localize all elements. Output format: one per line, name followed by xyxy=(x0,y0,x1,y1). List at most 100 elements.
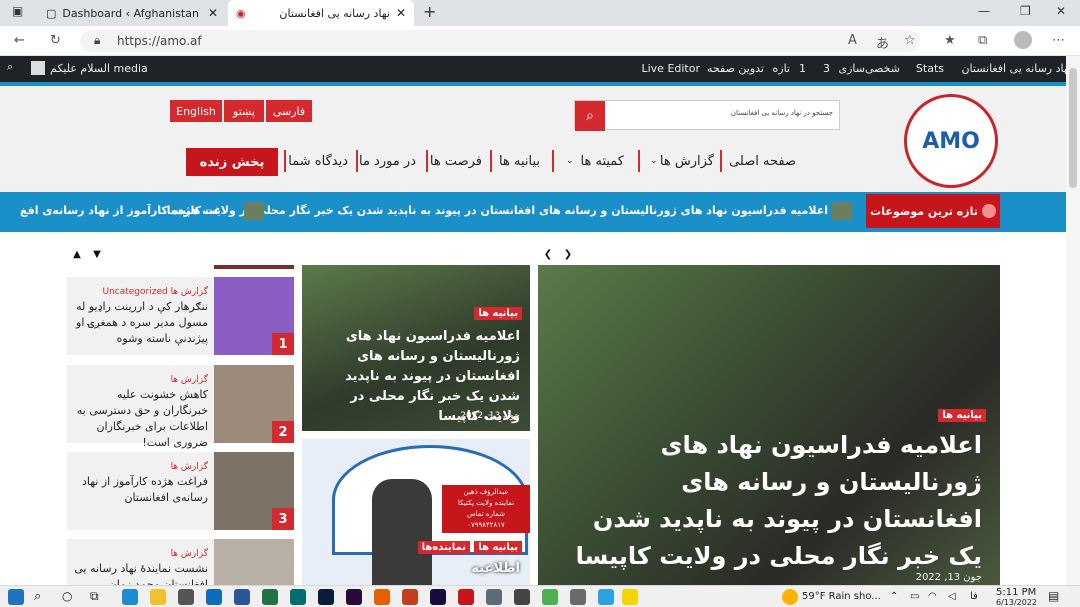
clock-date[interactable]: 6/13/2022 xyxy=(996,598,1037,607)
post-categories[interactable]: گزارش ها xyxy=(171,462,208,472)
cortana-icon[interactable]: ○ xyxy=(62,589,78,605)
list-item[interactable]: 3 گزارش ها فراغت هژده کارآموز از نهاد رس… xyxy=(67,452,294,530)
close-window-icon[interactable]: ✕ xyxy=(1056,4,1066,18)
featured-post[interactable]: بیانیه ها اعلامیه فدراسیون نهاد های ژورن… xyxy=(538,265,1000,585)
store-icon[interactable] xyxy=(178,589,194,605)
nav-statements[interactable]: بیانیه ها xyxy=(499,154,540,169)
post-card[interactable]: عبدالرؤف ذهین نماینده ولایت پکتیکا شماره… xyxy=(302,439,530,585)
post-categories[interactable]: گزارش ها xyxy=(171,549,208,559)
post-categories[interactable]: Uncategorized گزارش ها xyxy=(102,287,208,297)
search-input[interactable]: جستجو در نهاد رسانه یی افغانستان xyxy=(731,109,833,117)
refresh-icon[interactable]: ↻ xyxy=(50,33,61,48)
admin-greeting[interactable]: السلام علیکم media xyxy=(50,62,148,75)
nav-opportunities[interactable]: فرصت ها xyxy=(430,154,482,169)
search-button[interactable]: ⌕ xyxy=(575,101,605,131)
featured-title[interactable]: اعلامیه فدراسیون نهاد های ژورنالیستان و … xyxy=(562,427,982,575)
post-card[interactable]: بیانیه ها اعلامیه فدراسیون نهاد های ژورن… xyxy=(302,265,530,431)
app-icon[interactable] xyxy=(514,589,530,605)
photoshop-icon[interactable] xyxy=(318,589,334,605)
search-icon[interactable]: ⌕ xyxy=(7,60,13,74)
chevron-down-icon[interactable]: ▼ xyxy=(87,244,107,264)
ticker-item[interactable]: فراغت هژده کارآموز از نهاد رسانه‌ی افغ xyxy=(20,204,220,217)
notification-icon[interactable]: ▤ xyxy=(1048,589,1059,603)
volume-icon[interactable]: ◁ xyxy=(948,591,956,602)
lang-pashto[interactable]: پښتو xyxy=(224,100,264,122)
sticky-notes-icon[interactable] xyxy=(622,589,638,605)
word-icon[interactable] xyxy=(234,589,250,605)
premiere-icon[interactable] xyxy=(346,589,362,605)
admin-live-editor[interactable]: Live Editor xyxy=(641,62,700,75)
clock-time[interactable]: 5:11 PM xyxy=(996,587,1036,598)
post-categories[interactable]: گزارش ها xyxy=(171,375,208,385)
back-icon[interactable]: ← xyxy=(14,33,25,48)
network-icon[interactable]: ▭ xyxy=(910,591,919,602)
chevron-up-icon[interactable]: ▲ xyxy=(67,244,87,264)
post-title[interactable]: ننګرهار کې د اررینت راډیو له مسول مدیر س… xyxy=(70,299,208,347)
edge-icon[interactable] xyxy=(122,589,138,605)
close-icon[interactable]: ✕ xyxy=(396,6,406,20)
tray-chevron-icon[interactable]: ⌃ xyxy=(890,591,898,602)
chevron-left-icon[interactable]: ❮ xyxy=(538,244,558,264)
weather-icon[interactable] xyxy=(782,589,798,605)
read-aloud-icon[interactable]: A xyxy=(848,33,857,48)
ticker-item[interactable]: اعلامیه فدراسیون نهاد های ژورنالیستان و … xyxy=(167,204,828,217)
favorites-icon[interactable]: ★ xyxy=(944,33,956,48)
mail-icon[interactable] xyxy=(206,589,222,605)
tab-actions-icon[interactable]: ▣ xyxy=(12,4,23,18)
chrome-icon[interactable] xyxy=(542,589,558,605)
profile-icon[interactable] xyxy=(1014,31,1032,49)
category-badge[interactable]: بیانیه ها xyxy=(474,307,522,320)
list-item[interactable]: 2 گزارش ها کاهش خشونت علیه خبرنگاران و ح… xyxy=(67,365,294,449)
post-title[interactable]: نشست نمایندۀ نهاد رسانه یی افغانستان محم… xyxy=(70,561,208,585)
acrobat-icon[interactable] xyxy=(458,589,474,605)
translate-icon[interactable]: あ xyxy=(876,33,889,52)
app-icon[interactable] xyxy=(570,589,586,605)
url-field[interactable]: 🔒︎ https://amo.af xyxy=(80,30,920,52)
excel-icon[interactable] xyxy=(262,589,278,605)
category-badge[interactable]: نمایندە‌ها xyxy=(417,541,470,554)
admin-comments[interactable]: 3 xyxy=(823,62,830,75)
page-scrollbar[interactable] xyxy=(1066,56,1080,585)
category-badge[interactable]: بیانیه ها xyxy=(474,541,522,554)
publisher-icon[interactable] xyxy=(290,589,306,605)
new-tab-icon[interactable]: + xyxy=(423,2,436,21)
nav-reports[interactable]: گزارش ها xyxy=(660,154,714,169)
nav-feedback[interactable]: دیدگاه شما xyxy=(288,154,348,169)
post-title[interactable]: کاهش خشونت علیه خبرنگاران و حق دسترسی به… xyxy=(70,387,208,451)
maximize-icon[interactable]: ❐ xyxy=(1020,4,1031,18)
input-language[interactable]: فا xyxy=(970,591,978,602)
wifi-icon[interactable]: ◠ xyxy=(928,591,937,602)
list-item[interactable]: گزارش ها نشست نمایندۀ نهاد رسانه یی افغا… xyxy=(67,539,294,585)
admin-site-name[interactable]: نهاد رسانه یی افغانستان xyxy=(961,62,1072,75)
admin-customize[interactable]: شخصی‌سازی xyxy=(838,62,900,75)
lang-english[interactable]: English xyxy=(170,100,222,122)
chevron-down-icon[interactable]: ⌄ xyxy=(566,156,574,166)
admin-stats[interactable]: Stats xyxy=(916,62,944,75)
start-icon[interactable] xyxy=(8,589,24,605)
task-view-icon[interactable]: ⧉ xyxy=(90,589,106,605)
live-broadcast-button[interactable]: پخش زنده xyxy=(186,148,278,176)
admin-edit-page[interactable]: تدوین صفحه xyxy=(707,62,764,75)
scroll-thumb[interactable] xyxy=(1069,68,1077,188)
nav-about[interactable]: در مورد ما xyxy=(359,154,416,169)
post-title[interactable]: فراغت هژده کارآموز از نهاد رسانه‌ی افغان… xyxy=(70,474,208,506)
favorite-icon[interactable]: ☆ xyxy=(904,33,916,48)
post-title[interactable]: اطلاعیه xyxy=(471,561,520,576)
after-effects-icon[interactable] xyxy=(430,589,446,605)
search-icon[interactable]: ⌕ xyxy=(34,589,50,605)
chevron-down-icon[interactable]: ⌄ xyxy=(650,156,658,166)
collections-icon[interactable]: ⧉ xyxy=(978,33,987,48)
lang-farsi[interactable]: فارسی xyxy=(266,100,312,122)
site-logo[interactable]: AMO xyxy=(904,94,998,188)
app-icon[interactable] xyxy=(486,589,502,605)
admin-new[interactable]: تازه xyxy=(773,62,791,75)
weather-text[interactable]: 59°F Rain sho... xyxy=(802,591,881,602)
powerpoint-icon[interactable] xyxy=(402,589,418,605)
tab-amo[interactable]: ◉ نهاد رسانه یی افغانستان ✕ xyxy=(228,0,414,26)
list-item[interactable]: 1 Uncategorized گزارش ها ننګرهار کې د ار… xyxy=(67,277,294,355)
nav-home[interactable]: صفحه اصلی xyxy=(729,154,796,169)
more-icon[interactable]: ⋯ xyxy=(1052,33,1065,48)
category-badge[interactable]: بیانیه ها xyxy=(938,409,986,422)
telegram-icon[interactable] xyxy=(598,589,614,605)
tab-dashboard[interactable]: ▢ Dashboard ‹ Afghanistan Media ✕ xyxy=(38,0,226,26)
